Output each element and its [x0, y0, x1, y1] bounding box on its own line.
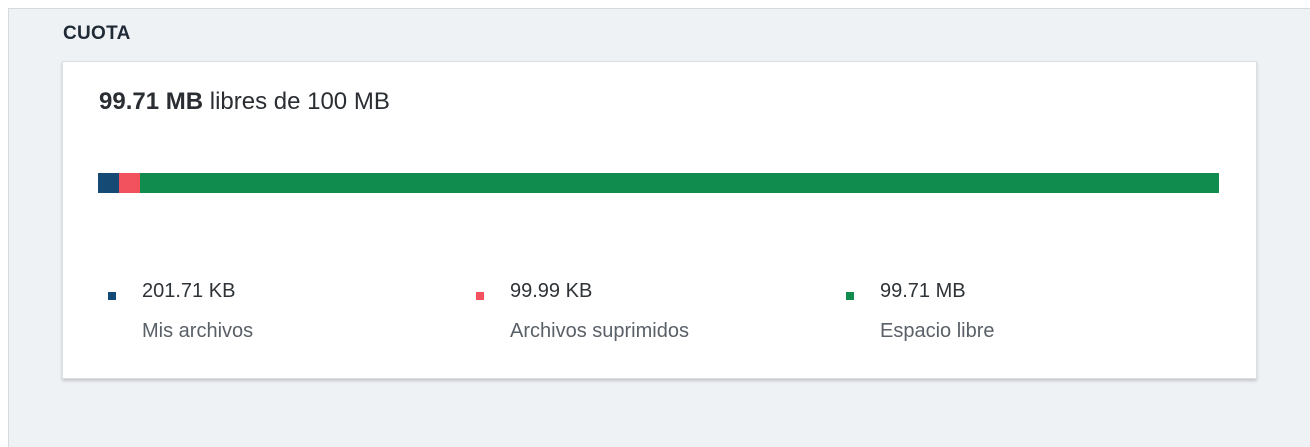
usage-bar — [98, 173, 1219, 193]
usage-bar-mine — [98, 173, 119, 193]
legend-mine-label: Mis archivos — [142, 320, 254, 342]
quota-panel: CUOTA 99.71 MB libres de 100 MB 201.71 K… — [8, 8, 1310, 447]
legend-deleted-label: Archivos suprimidos — [510, 320, 689, 342]
free-amount: 99.71 MB — [99, 88, 204, 115]
usage-bar-free — [140, 173, 1219, 193]
section-title: CUOTA — [63, 23, 131, 44]
quota-card: 99.71 MB libres de 100 MB 201.71 KB Mis … — [62, 61, 1257, 379]
legend-deleted-value: 99.99 KB — [510, 280, 593, 302]
legend-deleted-swatch — [476, 292, 484, 300]
legend-mine-swatch — [108, 292, 116, 300]
quota-summary: 99.71 MB libres de 100 MB — [99, 88, 390, 116]
free-suffix: libres de 100 MB — [203, 88, 390, 115]
legend-free-label: Espacio libre — [880, 320, 995, 342]
legend-free-value: 99.71 MB — [880, 280, 966, 302]
legend-mine-value: 201.71 KB — [142, 280, 236, 302]
legend-free-swatch — [846, 292, 854, 300]
usage-bar-deleted — [119, 173, 140, 193]
